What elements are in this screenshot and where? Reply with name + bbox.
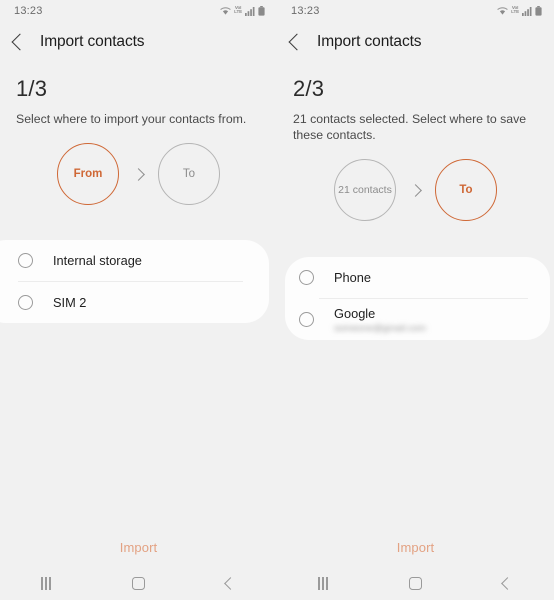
system-nav-bar (277, 566, 554, 600)
option-label: Google (334, 305, 376, 321)
list-item-google[interactable]: Google someone@gmail.com (285, 299, 550, 340)
bottom-action-bar: Import (0, 530, 277, 564)
option-text-group: SIM 2 (53, 294, 86, 311)
nav-back-button[interactable] (462, 566, 554, 600)
dual-screenshot-container: 13:23 VoI LTE Import contacts 1/3 Select… (0, 0, 554, 600)
nav-home-button[interactable] (369, 566, 461, 600)
list-item-phone[interactable]: Phone (285, 257, 550, 298)
step-heading-block: 2/3 21 contacts selected. Select where t… (277, 62, 554, 143)
status-bar: 13:23 VoI LTE (0, 0, 277, 22)
panel-step-1: 13:23 VoI LTE Import contacts 1/3 Select… (0, 0, 277, 600)
step-description: Select where to import your contacts fro… (16, 112, 247, 126)
circle-contact-count-label: 21 contacts (338, 183, 392, 196)
radio-button-icon[interactable] (299, 270, 314, 285)
radio-button-icon[interactable] (18, 295, 33, 310)
back-arrow-icon[interactable] (11, 33, 29, 51)
signal-icon (522, 6, 532, 16)
step-counter: 1/3 (16, 76, 48, 101)
option-label: SIM 2 (53, 295, 87, 310)
import-button[interactable]: Import (397, 540, 434, 555)
option-label: Internal storage (53, 253, 142, 268)
option-text-group: Phone (334, 269, 371, 286)
status-time: 13:23 (291, 5, 320, 17)
recents-icon (41, 576, 52, 590)
nav-home-button[interactable] (92, 566, 184, 600)
system-nav-bar (0, 566, 277, 600)
step-counter: 2/3 (293, 76, 325, 101)
destination-options-card: Phone Google someone@gmail.com (285, 257, 550, 340)
nav-recents-button[interactable] (277, 566, 369, 600)
circle-to[interactable]: To (435, 159, 497, 221)
circle-from[interactable]: From (57, 143, 119, 205)
wifi-icon (220, 6, 231, 16)
list-item-internal-storage[interactable]: Internal storage (0, 240, 269, 281)
bottom-action-bar: Import (277, 530, 554, 564)
nav-back-button[interactable] (185, 566, 277, 600)
option-label: Phone (334, 270, 372, 285)
recents-icon (318, 576, 329, 590)
home-icon (131, 576, 145, 590)
nav-recents-button[interactable] (0, 566, 92, 600)
status-time: 13:23 (14, 5, 43, 17)
volte-icon: VoI LTE (511, 4, 519, 14)
option-account-email: someone@gmail.com (334, 322, 427, 334)
source-options-card: Internal storage SIM 2 (0, 240, 269, 323)
step-heading-block: 1/3 Select where to import your contacts… (0, 62, 277, 127)
circle-to-label: To (459, 184, 473, 196)
page-title: Import contacts (40, 33, 145, 50)
option-text-group: Google someone@gmail.com (334, 305, 426, 335)
status-icon-group: VoI LTE (497, 4, 542, 16)
app-bar: Import contacts (0, 22, 277, 62)
circle-to-label: To (182, 168, 196, 180)
list-item-sim-2[interactable]: SIM 2 (0, 282, 269, 323)
step-progress-circles: From To (0, 143, 277, 205)
battery-icon (535, 6, 542, 16)
circle-to[interactable]: To (158, 143, 220, 205)
page-title: Import contacts (317, 33, 422, 50)
option-text-group: Internal storage (53, 252, 142, 269)
radio-button-icon[interactable] (18, 253, 33, 268)
back-icon (224, 576, 238, 590)
status-icon-group: VoI LTE (220, 4, 265, 16)
volte-icon: VoI LTE (234, 4, 242, 14)
import-button[interactable]: Import (120, 540, 157, 555)
chevron-right-icon (132, 167, 145, 181)
back-arrow-icon[interactable] (288, 33, 306, 51)
home-icon (408, 576, 422, 590)
battery-icon (258, 6, 265, 16)
step-description: 21 contacts selected. Select where to sa… (293, 112, 527, 142)
circle-contact-count[interactable]: 21 contacts (334, 159, 396, 221)
app-bar: Import contacts (277, 22, 554, 62)
back-icon (501, 576, 515, 590)
panel-step-2: 13:23 VoI LTE Import contacts 2/3 21 con… (277, 0, 554, 600)
status-bar: 13:23 VoI LTE (277, 0, 554, 22)
chevron-right-icon (409, 183, 422, 197)
circle-from-label: From (73, 168, 103, 180)
signal-icon (245, 6, 255, 16)
radio-button-icon[interactable] (299, 312, 314, 327)
wifi-icon (497, 6, 508, 16)
step-progress-circles: 21 contacts To (277, 159, 554, 221)
